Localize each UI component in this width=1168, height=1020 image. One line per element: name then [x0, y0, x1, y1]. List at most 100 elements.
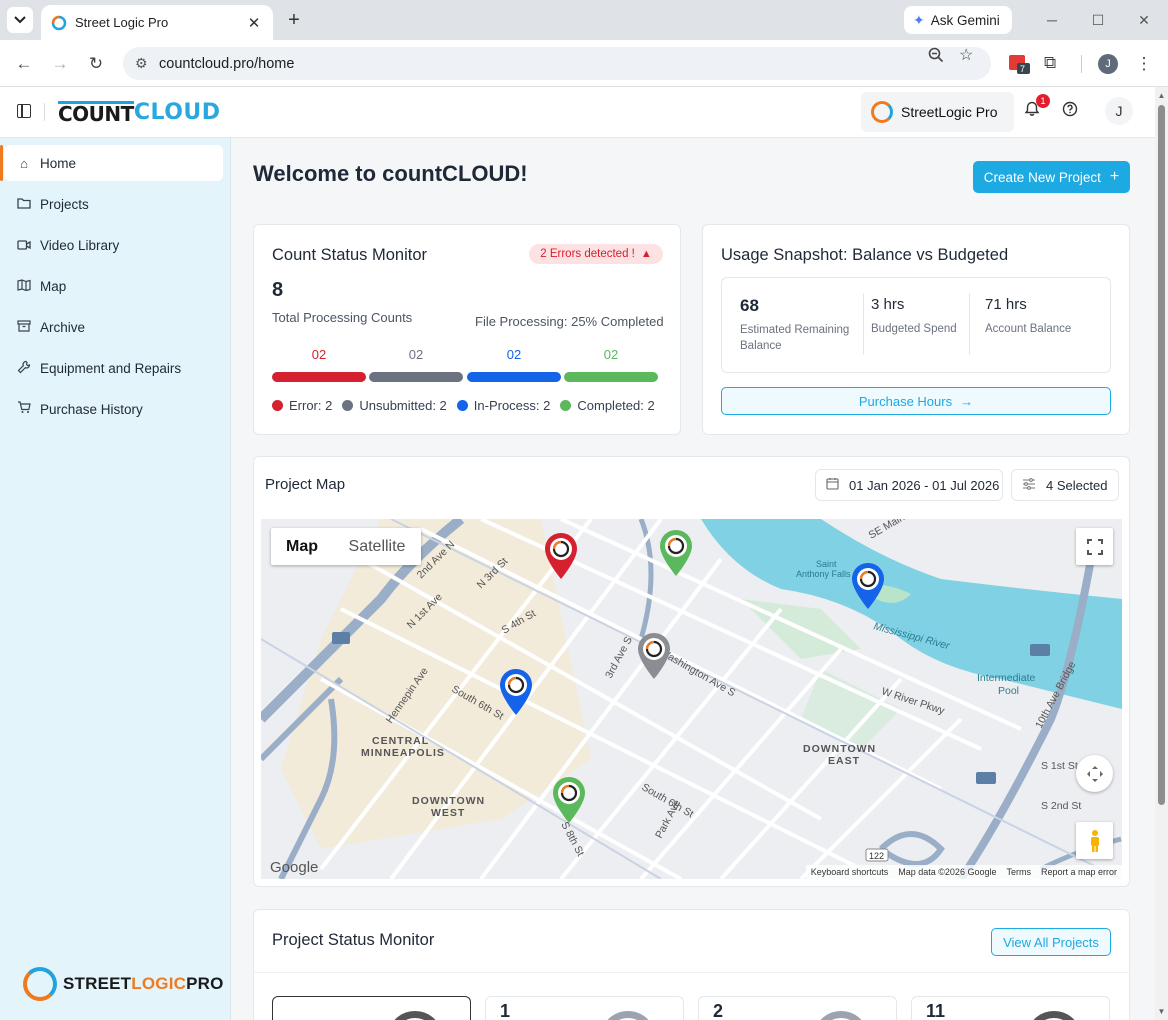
- create-project-button[interactable]: Create New Project +: [973, 161, 1130, 193]
- browser-tab-bar: Street Logic Pro ✕ + ✦ Ask Gemini ─ ☐ ✕: [0, 0, 1168, 40]
- fullscreen-icon[interactable]: [1076, 528, 1113, 565]
- menu-kebab-icon[interactable]: ⋮: [1132, 52, 1156, 76]
- page-scrollbar[interactable]: ▲ ▼: [1155, 87, 1168, 1020]
- ask-gemini-button[interactable]: ✦ Ask Gemini: [904, 6, 1012, 34]
- zoom-icon[interactable]: [928, 47, 944, 68]
- new-tab-button[interactable]: +: [284, 10, 304, 30]
- scroll-down-icon[interactable]: ▼: [1157, 1007, 1166, 1016]
- purchase-hours-label: Purchase Hours: [858, 393, 953, 409]
- site-info-icon[interactable]: ⚙: [135, 55, 148, 72]
- legend-unsubmitted: Unsubmitted: 2: [342, 398, 447, 413]
- pegman-icon[interactable]: [1076, 822, 1113, 859]
- map-pin-in-process-icon[interactable]: [498, 668, 534, 716]
- filter-selected-button[interactable]: 4 Selected: [1011, 469, 1119, 501]
- unsubmitted-dot-icon: [342, 400, 354, 411]
- org-name: StreetLogic Pro: [901, 104, 998, 120]
- back-icon[interactable]: ←: [12, 52, 36, 76]
- logo-cloud-text: CLOUD: [133, 100, 221, 125]
- close-window-icon[interactable]: ✕: [1134, 10, 1154, 30]
- svg-text:Saint: Saint: [816, 559, 837, 569]
- bookmark-star-icon[interactable]: ☆: [959, 45, 973, 65]
- sidebar-toggle-icon[interactable]: [17, 104, 31, 118]
- error-bar[interactable]: [272, 372, 366, 382]
- user-avatar[interactable]: J: [1105, 97, 1133, 125]
- status-summary-card[interactable]: 1: [485, 996, 684, 1020]
- forward-icon[interactable]: →: [48, 52, 72, 76]
- map-camera-control-icon[interactable]: [1076, 755, 1113, 792]
- terms-link[interactable]: Terms: [1006, 867, 1031, 877]
- in-process-bar[interactable]: [467, 372, 561, 382]
- status-donut: [600, 1011, 656, 1020]
- map-pin-unsubmitted-icon[interactable]: [636, 632, 672, 680]
- map-pin-completed-icon[interactable]: [551, 776, 587, 824]
- file-processing-status: File Processing: 25% Completed: [475, 314, 664, 329]
- map-icon: [16, 278, 32, 294]
- purchase-hours-button[interactable]: Purchase Hours →: [721, 387, 1111, 415]
- map-pin-error-icon[interactable]: [543, 532, 579, 580]
- folder-icon: [16, 197, 32, 212]
- account-balance-label: Account Balance: [985, 323, 1072, 335]
- scroll-up-icon[interactable]: ▲: [1157, 91, 1166, 100]
- map-type-map-tab[interactable]: Map: [271, 528, 333, 565]
- streetlogic-icon: [871, 101, 893, 123]
- extension-badge: 7: [1020, 64, 1026, 74]
- sidebar-item-projects[interactable]: Projects: [4, 186, 223, 222]
- sidebar-item-home[interactable]: ⌂ Home: [0, 145, 223, 181]
- status-summary-count: 2: [713, 1001, 724, 1020]
- page-title: Welcome to countCLOUD!: [253, 161, 528, 186]
- unsubmitted-bar[interactable]: [369, 372, 463, 382]
- tab-close-icon[interactable]: ✕: [245, 14, 263, 32]
- sidebar-item-map[interactable]: Map: [4, 268, 223, 304]
- tab-list-button[interactable]: [7, 7, 33, 33]
- report-error-link[interactable]: Report a map error: [1041, 867, 1117, 877]
- map-attribution: Keyboard shortcuts Map data ©2026 Google…: [805, 865, 1122, 879]
- status-legend: Error: 2 Unsubmitted: 2 In-Process: 2 Co…: [272, 398, 655, 413]
- archive-icon: [16, 319, 32, 335]
- svg-text:CENTRAL: CENTRAL: [372, 735, 429, 747]
- browser-tab[interactable]: Street Logic Pro ✕: [41, 5, 273, 40]
- map-pin-completed-icon[interactable]: [658, 529, 694, 577]
- budgeted-spend-stat: 3 hrs Budgeted Spend: [871, 296, 957, 337]
- legend-in-process: In-Process: 2: [456, 398, 550, 413]
- svg-text:S 1st St: S 1st St: [1041, 760, 1078, 772]
- sidebar-item-purchase-history[interactable]: Purchase History: [4, 391, 223, 427]
- countcloud-logo[interactable]: COUNT CLOUD: [58, 100, 221, 124]
- sidebar-item-equipment[interactable]: Equipment and Repairs: [4, 350, 223, 386]
- status-summary-card[interactable]: 11: [911, 996, 1110, 1020]
- card-divider: [254, 972, 1129, 973]
- extensions-puzzle-icon[interactable]: ⧉: [1044, 53, 1066, 75]
- calendar-icon: [826, 477, 839, 493]
- sidebar-item-video-library[interactable]: Video Library: [4, 227, 223, 263]
- notification-badge: 1: [1036, 94, 1050, 108]
- legend-error: Error: 2: [272, 398, 332, 413]
- reload-icon[interactable]: ↻: [84, 52, 108, 76]
- legend-label: Unsubmitted: 2: [359, 398, 447, 413]
- extension-calendar-icon[interactable]: 7: [1008, 53, 1030, 75]
- project-map[interactable]: CENTRAL MINNEAPOLIS DOWNTOWN WEST DOWNTO…: [261, 519, 1122, 879]
- minimize-icon[interactable]: ─: [1042, 10, 1062, 30]
- ask-gemini-label: Ask Gemini: [930, 12, 1000, 28]
- maximize-icon[interactable]: ☐: [1088, 10, 1108, 30]
- error-badge[interactable]: 2 Errors detected ! ▲: [529, 244, 663, 264]
- home-icon: ⌂: [20, 155, 28, 171]
- map-type-satellite-tab[interactable]: Satellite: [333, 528, 421, 565]
- scrollbar-thumb[interactable]: [1158, 105, 1165, 805]
- status-summary-count: 11: [926, 1001, 946, 1020]
- organization-switcher[interactable]: StreetLogic Pro: [861, 92, 1014, 132]
- date-range-picker[interactable]: 01 Jan 2026 - 01 Jul 2026: [815, 469, 1003, 501]
- url-field[interactable]: ⚙ countcloud.pro/home: [123, 47, 991, 80]
- status-summary-card[interactable]: [272, 996, 471, 1020]
- help-icon[interactable]: [1059, 101, 1081, 123]
- project-status-title: Project Status Monitor: [272, 931, 435, 949]
- wrench-icon: [16, 360, 32, 377]
- status-summary-card[interactable]: 2: [698, 996, 897, 1020]
- account-balance-stat: 71 hrs Account Balance: [985, 296, 1071, 337]
- svg-text:Intermediate: Intermediate: [977, 672, 1036, 684]
- keyboard-shortcuts-link[interactable]: Keyboard shortcuts: [811, 867, 889, 877]
- completed-bar[interactable]: [564, 372, 658, 382]
- sidebar-item-archive[interactable]: Archive: [4, 309, 223, 345]
- profile-avatar[interactable]: J: [1098, 54, 1118, 74]
- view-all-projects-button[interactable]: View All Projects: [991, 928, 1111, 956]
- map-pin-in-process-icon[interactable]: [850, 562, 886, 610]
- svg-text:Pool: Pool: [998, 685, 1019, 697]
